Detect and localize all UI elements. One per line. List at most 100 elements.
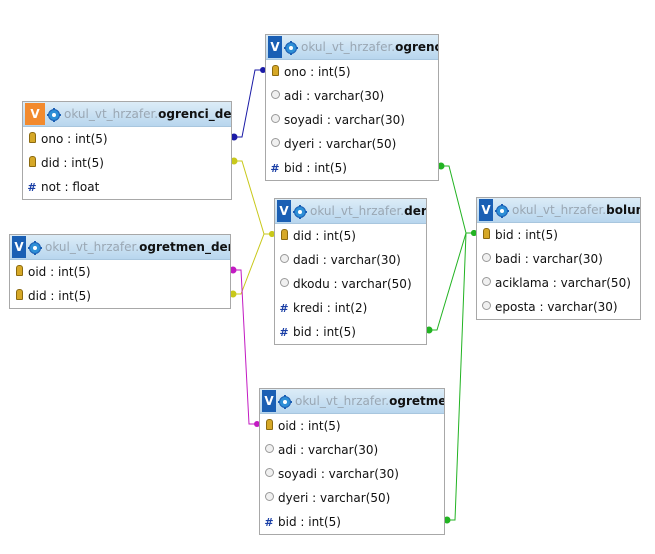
column-row[interactable]: ono : int(5) bbox=[23, 127, 231, 151]
column-label: ono : int(5) bbox=[41, 132, 108, 146]
column-label: aciklama : varchar(50) bbox=[495, 276, 631, 290]
table-options-icon[interactable] bbox=[284, 40, 298, 55]
table-header[interactable]: Vokul_vt_hrzafer.ogrenci bbox=[266, 35, 438, 60]
column-row[interactable]: # kredi : int(2) bbox=[275, 296, 426, 320]
column-label: kredi : int(2) bbox=[293, 301, 368, 315]
database-name: okul_vt_hrzafer. bbox=[45, 240, 140, 254]
number-type-icon: # bbox=[279, 301, 289, 315]
table-ogretmen[interactable]: Vokul_vt_hrzafer.ogretmenoid : int(5)adi… bbox=[259, 388, 445, 535]
toggle-icon[interactable]: V bbox=[25, 103, 45, 125]
text-type-icon bbox=[260, 492, 278, 504]
column-label: bid : int(5) bbox=[293, 325, 356, 339]
text-type-icon bbox=[266, 114, 284, 126]
column-label: bid : int(5) bbox=[284, 161, 347, 175]
toggle-icon[interactable]: V bbox=[277, 200, 291, 222]
table-ogretmen-ders[interactable]: Vokul_vt_hrzafer.ogretmen_dersoid : int(… bbox=[9, 234, 231, 309]
primary-key-icon bbox=[10, 289, 28, 303]
table-name: ders bbox=[404, 204, 426, 218]
column-row[interactable]: ono : int(5) bbox=[266, 60, 438, 84]
column-row[interactable]: bid : int(5) bbox=[477, 223, 640, 247]
column-row[interactable]: did : int(5) bbox=[10, 284, 230, 308]
text-type-icon bbox=[477, 277, 495, 289]
column-row[interactable]: # not : float bbox=[23, 175, 231, 199]
column-label: soyadi : varchar(30) bbox=[278, 467, 399, 481]
column-label: dyeri : varchar(50) bbox=[284, 137, 397, 151]
database-name: okul_vt_hrzafer. bbox=[64, 107, 159, 121]
table-name: ogretmen bbox=[389, 394, 444, 408]
column-row[interactable]: # bid : int(5) bbox=[266, 156, 438, 180]
column-row[interactable]: oid : int(5) bbox=[10, 260, 230, 284]
toggle-icon[interactable]: V bbox=[12, 236, 26, 258]
column-row[interactable]: did : int(5) bbox=[23, 151, 231, 175]
column-row[interactable]: badi : varchar(30) bbox=[477, 247, 640, 271]
column-label: adi : varchar(30) bbox=[278, 443, 379, 457]
table-ogrenci[interactable]: Vokul_vt_hrzafer.ogrenciono : int(5)adi … bbox=[265, 34, 439, 181]
column-row[interactable]: adi : varchar(30) bbox=[260, 438, 444, 462]
table-options-icon[interactable] bbox=[28, 240, 42, 255]
table-header[interactable]: Vokul_vt_hrzafer.ogretmen bbox=[260, 389, 444, 414]
relation-line bbox=[232, 69, 265, 138]
table-ogrenci-ders[interactable]: Vokul_vt_hrzafer.ogrenci_dersono : int(5… bbox=[22, 101, 232, 200]
column-row[interactable]: eposta : varchar(30) bbox=[477, 295, 640, 319]
column-row[interactable]: dyeri : varchar(50) bbox=[266, 132, 438, 156]
column-label: did : int(5) bbox=[293, 229, 356, 243]
text-type-icon bbox=[477, 301, 495, 313]
table-header[interactable]: Vokul_vt_hrzafer.ogretmen_ders bbox=[10, 235, 230, 260]
table-options-icon[interactable] bbox=[293, 204, 307, 219]
relation-line bbox=[445, 232, 476, 521]
column-label: bid : int(5) bbox=[278, 515, 341, 529]
primary-key-icon bbox=[10, 265, 28, 279]
toggle-icon[interactable]: V bbox=[479, 199, 493, 221]
table-options-icon[interactable] bbox=[495, 203, 509, 218]
relation-line bbox=[427, 232, 476, 331]
database-name: okul_vt_hrzafer. bbox=[512, 203, 607, 217]
number-type-icon: # bbox=[27, 180, 37, 194]
column-row[interactable]: soyadi : varchar(30) bbox=[260, 462, 444, 486]
column-row[interactable]: dkodu : varchar(50) bbox=[275, 272, 426, 296]
column-label: dadi : varchar(30) bbox=[293, 253, 401, 267]
database-name: okul_vt_hrzafer. bbox=[301, 40, 396, 54]
table-name: ogrenci bbox=[395, 40, 438, 54]
text-type-icon bbox=[260, 468, 278, 480]
table-options-icon[interactable] bbox=[278, 394, 292, 409]
toggle-icon[interactable]: V bbox=[262, 390, 276, 412]
primary-key-icon bbox=[477, 228, 495, 242]
table-header[interactable]: Vokul_vt_hrzafer.ders bbox=[275, 199, 426, 224]
column-row[interactable]: soyadi : varchar(30) bbox=[266, 108, 438, 132]
column-label: ono : int(5) bbox=[284, 65, 351, 79]
number-type-icon: # bbox=[279, 325, 289, 339]
table-header[interactable]: Vokul_vt_hrzafer.bolum bbox=[477, 198, 640, 223]
column-row[interactable]: adi : varchar(30) bbox=[266, 84, 438, 108]
text-type-icon bbox=[275, 254, 293, 266]
database-name: okul_vt_hrzafer. bbox=[295, 394, 390, 408]
column-label: dyeri : varchar(50) bbox=[278, 491, 391, 505]
column-label: badi : varchar(30) bbox=[495, 252, 603, 266]
column-row[interactable]: # bid : int(5) bbox=[260, 510, 444, 534]
text-type-icon bbox=[477, 253, 495, 265]
database-name: okul_vt_hrzafer. bbox=[310, 204, 405, 218]
primary-key-icon bbox=[260, 419, 278, 433]
toggle-icon[interactable]: V bbox=[268, 36, 282, 58]
table-header[interactable]: Vokul_vt_hrzafer.ogrenci_ders bbox=[23, 102, 231, 127]
column-row[interactable]: dadi : varchar(30) bbox=[275, 248, 426, 272]
table-name: ogrenci_ders bbox=[158, 107, 231, 121]
table-name: bolum bbox=[606, 203, 640, 217]
column-row[interactable]: aciklama : varchar(50) bbox=[477, 271, 640, 295]
text-type-icon bbox=[266, 90, 284, 102]
table-ders[interactable]: Vokul_vt_hrzafer.dersdid : int(5)dadi : … bbox=[274, 198, 427, 345]
column-row[interactable]: oid : int(5) bbox=[260, 414, 444, 438]
primary-key-icon bbox=[23, 156, 41, 170]
column-row[interactable]: did : int(5) bbox=[275, 224, 426, 248]
table-bolum[interactable]: Vokul_vt_hrzafer.bolumbid : int(5)badi :… bbox=[476, 197, 641, 320]
table-options-icon[interactable] bbox=[47, 107, 61, 122]
column-label: oid : int(5) bbox=[28, 265, 91, 279]
text-type-icon bbox=[266, 138, 284, 150]
text-type-icon bbox=[260, 444, 278, 456]
column-row[interactable]: dyeri : varchar(50) bbox=[260, 486, 444, 510]
column-label: did : int(5) bbox=[28, 289, 91, 303]
column-label: adi : varchar(30) bbox=[284, 89, 385, 103]
column-label: not : float bbox=[41, 180, 100, 194]
column-row[interactable]: # bid : int(5) bbox=[275, 320, 426, 344]
column-label: soyadi : varchar(30) bbox=[284, 113, 405, 127]
table-name: ogretmen_ders bbox=[139, 240, 230, 254]
